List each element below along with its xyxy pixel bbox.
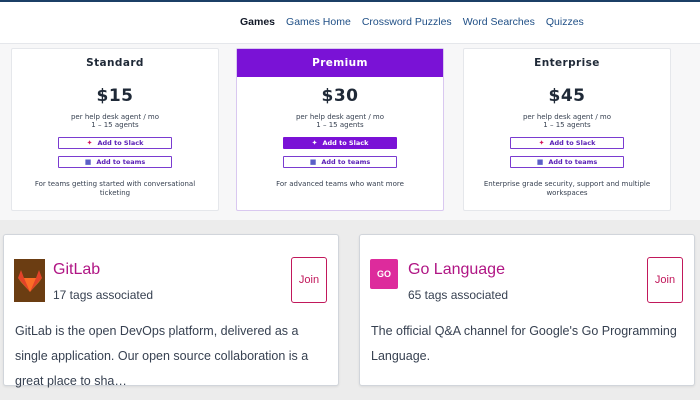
teams-icon: ■	[84, 157, 92, 166]
go-logo-icon: GO	[370, 259, 398, 289]
pricing-card-standard: Standard $15 per help desk agent / mo 1 …	[11, 48, 219, 211]
plan-price: $30	[321, 86, 359, 106]
add-to-teams-label: Add to teams	[321, 158, 371, 166]
plan-name: Premium	[237, 49, 443, 77]
add-to-teams-button[interactable]: ■ Add to teams	[510, 156, 624, 168]
plan-price-unit: per help desk agent / mo	[522, 113, 612, 121]
plan-description: For teams getting started with conversat…	[34, 180, 196, 197]
gitlab-tanuki-icon	[17, 269, 42, 292]
channel-tag-count: 65 tags associated	[408, 288, 509, 302]
channel-name[interactable]: GitLab	[53, 261, 100, 279]
add-to-teams-label: Add to teams	[548, 158, 598, 166]
channel-card-gitlab[interactable]: GitLab 17 tags associated Join GitLab is…	[3, 234, 339, 388]
plan-description: For advanced teams who want more	[276, 180, 404, 188]
plan-description: Enterprise grade security, support and m…	[483, 180, 651, 197]
teams-icon: ■	[536, 157, 544, 166]
pricing-card-enterprise: Enterprise $45 per help desk agent / mo …	[463, 48, 671, 211]
channel-card-go-language[interactable]: GO Go Language 65 tags associated Join T…	[359, 234, 695, 386]
plan-agents: 1 – 15 agents	[543, 121, 591, 129]
plan-price: $45	[548, 86, 586, 106]
add-to-slack-label: Add to Slack	[322, 139, 369, 147]
plan-agents: 1 – 15 agents	[316, 121, 364, 129]
plan-name: Standard	[86, 57, 144, 69]
plan-price-unit: per help desk agent / mo	[70, 113, 160, 121]
channel-description: The official Q&A channel for Google's Go…	[371, 324, 677, 363]
slack-icon: ✦	[538, 138, 545, 147]
nav-item-crossword-puzzles[interactable]: Crossword Puzzles	[362, 16, 452, 28]
join-button[interactable]: Join	[647, 257, 683, 303]
top-navigation-bar: Games Games Home Crossword Puzzles Word …	[0, 0, 700, 44]
nav-item-quizzes[interactable]: Quizzes	[546, 16, 584, 28]
channel-name[interactable]: Go Language	[408, 261, 505, 279]
join-button[interactable]: Join	[291, 257, 327, 303]
add-to-teams-button[interactable]: ■ Add to teams	[58, 156, 172, 168]
add-to-slack-label: Add to Slack	[97, 139, 144, 147]
teams-icon: ■	[309, 157, 317, 166]
add-to-slack-label: Add to Slack	[549, 139, 596, 147]
plan-price: $15	[96, 86, 134, 106]
plan-price-unit: per help desk agent / mo	[295, 113, 385, 121]
games-nav: Games Games Home Crossword Puzzles Word …	[240, 16, 584, 28]
slack-icon: ✦	[311, 138, 318, 147]
add-to-slack-button[interactable]: ✦ Add to Slack	[510, 137, 624, 149]
add-to-teams-label: Add to teams	[96, 158, 146, 166]
gitlab-logo-icon	[14, 259, 45, 302]
plan-name: Enterprise	[534, 57, 600, 69]
plan-agents: 1 – 15 agents	[91, 121, 139, 129]
add-to-slack-button[interactable]: ✦ Add to Slack	[58, 137, 172, 149]
slack-icon: ✦	[86, 138, 93, 147]
channel-description: GitLab is the open DevOps platform, deli…	[15, 324, 309, 388]
channel-tag-count: 17 tags associated	[53, 288, 154, 302]
add-to-teams-button[interactable]: ■ Add to teams	[283, 156, 397, 168]
nav-item-games-home[interactable]: Games Home	[286, 16, 351, 28]
nav-item-games[interactable]: Games	[240, 16, 275, 28]
pricing-card-premium: Premium $30 per help desk agent / mo 1 –…	[236, 48, 444, 211]
nav-item-word-searches[interactable]: Word Searches	[463, 16, 535, 28]
add-to-slack-button[interactable]: ✦ Add to Slack	[283, 137, 397, 149]
